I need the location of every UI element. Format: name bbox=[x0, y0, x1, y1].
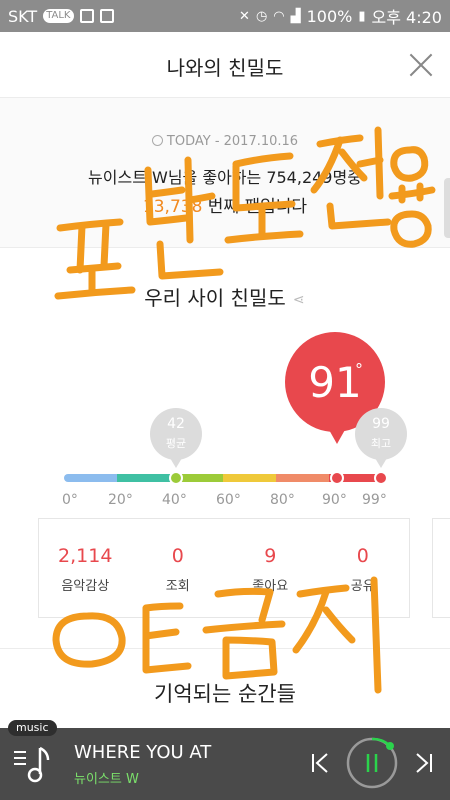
stat-label: 좋아요 bbox=[252, 579, 289, 594]
close-button[interactable] bbox=[406, 50, 436, 80]
stat-value: 9 bbox=[264, 545, 277, 567]
max-marker bbox=[374, 471, 388, 485]
next-track-button[interactable] bbox=[410, 750, 436, 776]
track-title: WHERE YOU AT bbox=[74, 742, 212, 763]
music-note-icon[interactable] bbox=[12, 744, 52, 784]
music-tag: music bbox=[8, 720, 57, 736]
page-header: 나와의 친밀도 bbox=[0, 32, 450, 98]
fan-rank-suffix: 번째 팬입니다 bbox=[202, 197, 308, 217]
fan-count-text: 뉴이스트 W님을 좋아하는 754,249명중 bbox=[88, 168, 362, 187]
intimacy-score-degree: ° bbox=[355, 360, 363, 379]
share-icon[interactable]: ⋖ bbox=[292, 292, 306, 308]
stat-value: 0 bbox=[171, 545, 184, 567]
max-value: 99 bbox=[372, 416, 390, 432]
score-bubble-pointer bbox=[328, 428, 346, 444]
section-divider bbox=[0, 648, 450, 649]
wifi-icon: ◠ bbox=[273, 8, 285, 24]
tick-label: 60° bbox=[216, 492, 241, 508]
tick-label: 40° bbox=[162, 492, 187, 508]
carrier-label: SKT bbox=[8, 6, 38, 26]
today-section: TODAY - 2017.10.16 뉴이스트 W님을 좋아하는 754,249… bbox=[0, 98, 450, 248]
average-value: 42 bbox=[167, 416, 185, 432]
stat-label: 음악감상 bbox=[61, 579, 110, 594]
mini-player[interactable]: WHERE YOU AT 뉴이스트 W bbox=[0, 728, 450, 800]
max-bubble-pointer bbox=[375, 458, 387, 468]
memories-title: 기억되는 순간들 bbox=[154, 682, 296, 706]
mute-icon: ✕ bbox=[239, 8, 250, 24]
stat-value: 0 bbox=[356, 545, 369, 567]
max-label: 최고 bbox=[370, 437, 392, 450]
activity-stats-card: 2,114 음악감상 0 조회 9 좋아요 0 공유 bbox=[38, 518, 410, 618]
intimacy-title: 우리 사이 친밀도 bbox=[144, 286, 286, 310]
average-label: 평균 bbox=[165, 437, 187, 450]
average-marker bbox=[169, 471, 183, 485]
pause-button[interactable] bbox=[345, 736, 399, 790]
clock-time: 오후 4:20 bbox=[371, 8, 442, 27]
average-bubble: 42 평균 bbox=[150, 408, 202, 460]
stat-label: 공유 bbox=[350, 579, 375, 594]
fan-rank-text: 13,738 번째 팬입니다 bbox=[0, 192, 450, 217]
intimacy-score: 91 bbox=[308, 358, 362, 407]
scale-segment-teal bbox=[117, 474, 170, 482]
tick-label: 20° bbox=[108, 492, 133, 508]
talk-icon: TALK bbox=[43, 9, 74, 23]
page-title: 나와의 친밀도 bbox=[166, 56, 284, 80]
scale-segment-orange bbox=[276, 474, 329, 482]
app-notification-icon-2 bbox=[99, 9, 114, 23]
stat-value: 2,114 bbox=[58, 545, 113, 567]
clock-icon bbox=[151, 135, 163, 146]
max-bubble: 99 최고 bbox=[355, 408, 407, 460]
side-panel-handle[interactable] bbox=[444, 178, 450, 238]
stat-item: 0 공유 bbox=[317, 519, 410, 617]
track-artist: 뉴이스트 W bbox=[74, 772, 139, 787]
scale-tick-labels: 0° 20° 40° 60° 80° 90° 99° bbox=[44, 492, 404, 510]
stat-label: 조회 bbox=[165, 579, 190, 594]
scale-segment-yellow bbox=[223, 474, 276, 482]
tick-label: 0° bbox=[62, 492, 78, 508]
average-bubble-pointer bbox=[170, 458, 182, 468]
tick-label: 80° bbox=[270, 492, 295, 508]
today-date: TODAY - 2017.10.16 bbox=[166, 134, 299, 149]
scale-segment-blue bbox=[64, 474, 117, 482]
battery-percent: 100% bbox=[306, 6, 353, 26]
stat-item: 9 좋아요 bbox=[224, 519, 317, 617]
app-notification-icon bbox=[79, 9, 94, 23]
previous-track-button[interactable] bbox=[308, 750, 334, 776]
status-bar: SKT TALK ✕ ◷ ◠ ▟ 100% ▮ 오후 4:20 bbox=[0, 0, 450, 32]
signal-icon: ▟ bbox=[290, 8, 301, 24]
alarm-icon: ◷ bbox=[255, 8, 268, 24]
battery-icon: ▮ bbox=[358, 8, 366, 24]
next-card-peek[interactable] bbox=[432, 518, 450, 618]
score-marker bbox=[330, 471, 344, 485]
stat-item: 0 조회 bbox=[132, 519, 225, 617]
tick-label: 90° bbox=[322, 492, 347, 508]
tick-label: 99° bbox=[362, 492, 387, 508]
stat-item: 2,114 음악감상 bbox=[39, 519, 132, 617]
fan-rank-number: 13,738 bbox=[142, 197, 203, 217]
